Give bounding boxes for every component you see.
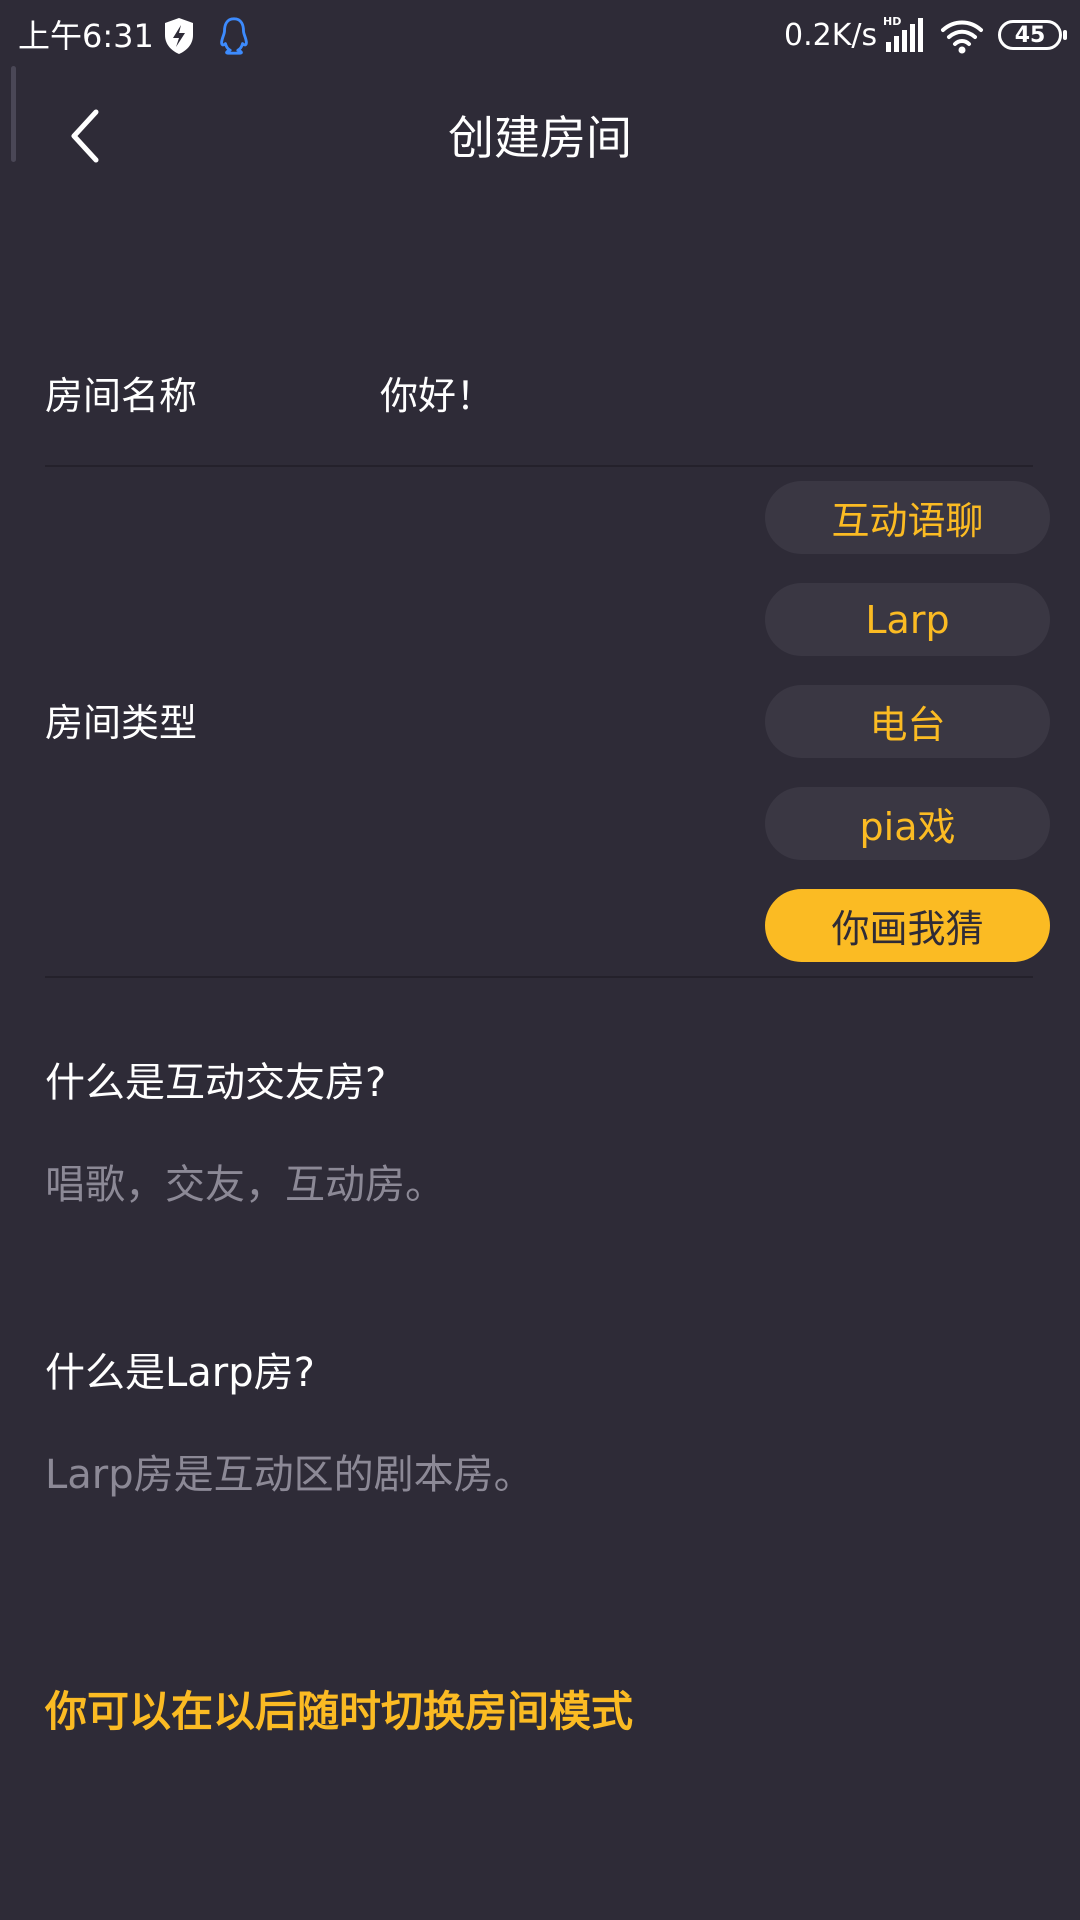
- battery-icon: 45: [998, 20, 1067, 50]
- room-type-option-larp[interactable]: Larp: [765, 583, 1050, 656]
- room-type-label: 房间类型: [45, 701, 198, 745]
- switch-mode-note: 你可以在以后随时切换房间模式: [45, 1687, 634, 1736]
- network-speed: 0.2K/s: [784, 18, 878, 53]
- faq-question: 什么是Larp房?: [45, 1350, 315, 1396]
- room-type-option-radio[interactable]: 电台: [765, 685, 1050, 758]
- faq-answer: Larp房是互动区的剧本房。: [45, 1452, 534, 1498]
- security-shield-icon: [165, 18, 193, 54]
- room-type-option-label: pia戏: [859, 805, 956, 849]
- room-name-input[interactable]: 你好！: [380, 370, 494, 422]
- page-title: 创建房间: [448, 111, 632, 165]
- room-type-option-label: 互动语聊: [831, 499, 984, 543]
- room-type-option-pia-drama[interactable]: pia戏: [765, 787, 1050, 860]
- room-type-option-interactive-chat[interactable]: 互动语聊: [765, 481, 1050, 554]
- status-time: 上午6:31: [18, 17, 154, 55]
- wifi-icon: [941, 20, 983, 54]
- room-type-option-label: 你画我猜: [831, 907, 984, 951]
- divider: [45, 976, 1033, 978]
- qq-penguin-icon: [220, 17, 248, 55]
- network-badge: HD: [883, 15, 901, 28]
- room-type-option-label: 电台: [869, 703, 946, 747]
- status-bar: 上午6:31 0.2K/s HD 45: [0, 0, 1080, 72]
- room-name-label: 房间名称: [45, 374, 198, 418]
- battery-level: 45: [1014, 22, 1046, 48]
- room-type-options: 互动语聊 Larp 电台 pia戏 你画我猜: [765, 481, 1050, 991]
- divider: [45, 465, 1033, 467]
- room-type-option-label: Larp: [865, 597, 950, 642]
- faq-question: 什么是互动交友房?: [45, 1060, 387, 1106]
- cellular-signal-icon: HD: [883, 15, 923, 52]
- room-type-option-draw-guess[interactable]: 你画我猜: [765, 889, 1050, 962]
- faq-answer: 唱歌，交友，互动房。: [45, 1162, 445, 1208]
